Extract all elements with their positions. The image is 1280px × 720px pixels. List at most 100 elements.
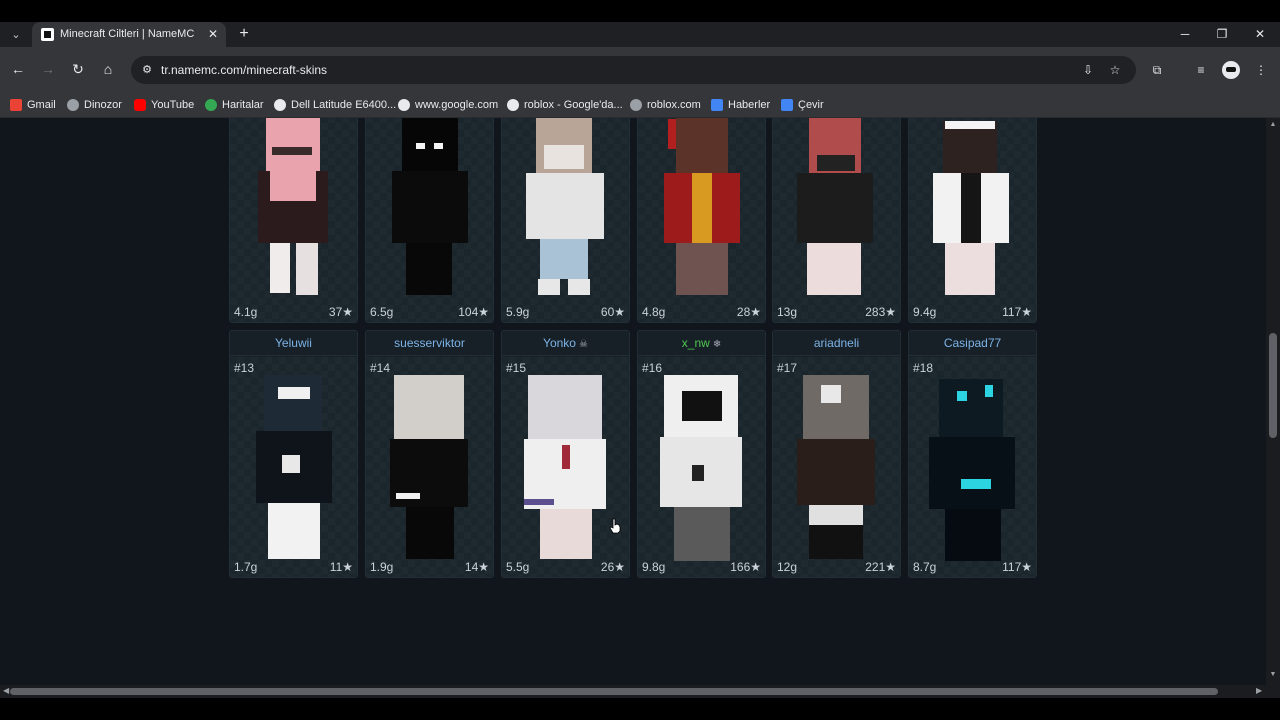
skin-card[interactable]: suesserviktor #14 1.9g 14★ xyxy=(365,330,494,578)
bookmark-haritalar[interactable]: Haritalar xyxy=(205,96,264,114)
hand-cursor-icon xyxy=(609,518,621,534)
skin-owner-link[interactable]: Casipad77 xyxy=(909,331,1036,356)
restore-button[interactable]: ❐ xyxy=(1210,25,1234,43)
skin-stars: 166★ xyxy=(730,560,761,574)
bookmark-google[interactable]: www.google.com xyxy=(398,96,498,114)
scroll-up-arrow-icon[interactable]: ▲ xyxy=(1269,121,1277,128)
scroll-right-arrow-icon[interactable]: ▶ xyxy=(1256,686,1262,695)
horizontal-scroll-thumb[interactable] xyxy=(10,688,1218,695)
scrollbar-corner xyxy=(1266,685,1280,698)
install-app-icon[interactable]: ⇩ xyxy=(1080,62,1096,78)
skin-owner-link[interactable]: Yeluwii xyxy=(230,331,357,356)
bookmarks-bar: Gmail Dinozor YouTube Haritalar Dell Lat… xyxy=(0,92,1280,118)
skin-stars: 117★ xyxy=(1002,560,1032,574)
skin-owner-name[interactable]: suesserviktor xyxy=(394,336,465,350)
bookmark-roblox[interactable]: roblox.com xyxy=(630,96,701,114)
vertical-scroll-thumb[interactable] xyxy=(1269,333,1277,438)
extensions-puzzle-icon[interactable]: ⧉ xyxy=(1148,61,1166,79)
scroll-down-arrow-icon[interactable]: ▼ xyxy=(1269,671,1277,678)
screen-bottom-band xyxy=(0,698,1280,720)
skin-rank: #13 xyxy=(234,361,255,375)
skin-card[interactable]: 5.9g 60★ xyxy=(501,118,630,323)
skin-owner-name[interactable]: x_nw xyxy=(682,336,710,350)
bookmark-star-icon[interactable]: ☆ xyxy=(1107,62,1123,78)
tab-search-chevron-down-icon[interactable]: ⌄ xyxy=(7,26,25,44)
active-tab[interactable]: Minecraft Ciltleri | NameMC ✕ xyxy=(32,22,226,47)
skin-size: 6.5g xyxy=(370,305,394,319)
skin-owner-name[interactable]: ariadneli xyxy=(814,336,859,350)
skin-size: 5.5g xyxy=(506,560,530,574)
back-arrow-icon[interactable]: ← xyxy=(8,59,28,79)
skin-size: 5.9g xyxy=(506,305,530,319)
skin-rank: #16 xyxy=(642,361,663,375)
bookmark-haberler[interactable]: Haberler xyxy=(711,96,770,114)
globe-icon xyxy=(67,99,79,111)
skin-owner-link[interactable]: suesserviktor xyxy=(366,331,493,356)
scroll-left-arrow-icon[interactable]: ◀ xyxy=(3,686,9,695)
close-window-button[interactable]: ✕ xyxy=(1248,25,1272,43)
skin-size: 8.7g xyxy=(913,560,937,574)
skin-size: 9.8g xyxy=(642,560,666,574)
skin-card[interactable]: Casipad77 #18 8.7g 117★ xyxy=(908,330,1037,578)
skin-card[interactable]: 9.4g 117★ xyxy=(908,118,1037,323)
skin-size: 9.4g xyxy=(913,305,937,319)
tab-strip: ⌄ Minecraft Ciltleri | NameMC ✕ + ─ ❐ ✕ xyxy=(0,22,1280,47)
home-icon[interactable]: ⌂ xyxy=(98,59,118,79)
skin-stars: 11★ xyxy=(329,560,353,574)
url-host: tr.namemc.com xyxy=(161,63,244,77)
gmail-icon xyxy=(10,99,22,111)
tab-title: Minecraft Ciltleri | NameMC xyxy=(60,28,195,40)
tab-close-icon[interactable]: ✕ xyxy=(208,27,218,41)
url-path: /minecraft-skins xyxy=(243,63,328,77)
skin-stars: 117★ xyxy=(1002,305,1032,319)
skin-card[interactable]: x_nw ❄ #16 9.8g 166★ xyxy=(637,330,766,578)
bookmark-dinozor[interactable]: Dinozor xyxy=(67,96,122,114)
skin-size: 4.8g xyxy=(642,305,666,319)
skin-owner-name[interactable]: Yeluwii xyxy=(275,336,312,350)
skin-owner-name[interactable]: Yonko xyxy=(543,336,576,350)
media-queue-icon[interactable]: ≡ xyxy=(1192,61,1210,79)
skin-card[interactable]: ariadneli #17 12g 221★ xyxy=(772,330,901,578)
minimize-button[interactable]: ─ xyxy=(1173,25,1197,43)
bookmark-roblox-google[interactable]: roblox - Google'da... xyxy=(507,96,623,114)
page-viewport: 4.1g 37★ 6.5g 104★ 5.9g 60★ 4.8g 28★ 13g… xyxy=(0,118,1266,685)
maps-pin-icon xyxy=(205,99,217,111)
skin-size: 12g xyxy=(777,560,798,574)
skin-rank: #17 xyxy=(777,361,798,375)
skin-owner-link[interactable]: ariadneli xyxy=(773,331,900,356)
skin-card[interactable]: 6.5g 104★ xyxy=(365,118,494,323)
skin-card[interactable]: 4.1g 37★ xyxy=(229,118,358,323)
skin-rank: #18 xyxy=(913,361,934,375)
snowflake-badge-icon: ❄ xyxy=(712,339,722,350)
forward-arrow-icon[interactable]: → xyxy=(38,59,58,79)
skin-stars: 60★ xyxy=(600,305,625,319)
skin-card[interactable]: 13g 283★ xyxy=(772,118,901,323)
skin-stars: 14★ xyxy=(464,560,489,574)
bookmark-dell[interactable]: Dell Latitude E6400... xyxy=(274,96,396,114)
skin-stars: 37★ xyxy=(328,305,353,319)
site-info-icon[interactable]: ⚙ xyxy=(140,63,154,77)
menu-kebab-icon[interactable]: ⋮ xyxy=(1252,61,1270,79)
browser-toolbar: ← → ↻ ⌂ ⚙ tr.namemc.com/minecraft-skins … xyxy=(0,47,1280,92)
bookmark-cevir[interactable]: Çevir xyxy=(781,96,824,114)
skin-stars: 26★ xyxy=(600,560,625,574)
skin-owner-name[interactable]: Casipad77 xyxy=(944,336,1001,350)
bookmark-gmail[interactable]: Gmail xyxy=(10,96,56,114)
new-tab-button[interactable]: + xyxy=(235,25,253,43)
bookmark-youtube[interactable]: YouTube xyxy=(134,96,194,114)
translate-icon xyxy=(781,99,793,111)
skin-stars: 283★ xyxy=(865,305,896,319)
address-bar[interactable]: ⚙ tr.namemc.com/minecraft-skins ⇩ ☆ xyxy=(131,56,1136,84)
google-icon xyxy=(507,99,519,111)
skin-card[interactable]: Yeluwii #13 1.7g 11★ xyxy=(229,330,358,578)
vertical-scrollbar[interactable]: ▲ ▼ xyxy=(1266,118,1280,685)
horizontal-scrollbar[interactable]: ◀ ▶ xyxy=(0,685,1266,698)
skin-owner-link[interactable]: Yonko ☠ xyxy=(502,331,629,356)
skin-card[interactable]: Yonko ☠ #15 5.5g 26★ xyxy=(501,330,630,578)
skin-owner-link[interactable]: x_nw ❄ xyxy=(638,331,765,356)
skin-size: 1.7g xyxy=(234,560,258,574)
reload-icon[interactable]: ↻ xyxy=(68,59,88,79)
skin-stars: 104★ xyxy=(458,305,489,319)
skin-card[interactable]: 4.8g 28★ xyxy=(637,118,766,323)
profile-avatar-icon[interactable] xyxy=(1222,61,1240,79)
